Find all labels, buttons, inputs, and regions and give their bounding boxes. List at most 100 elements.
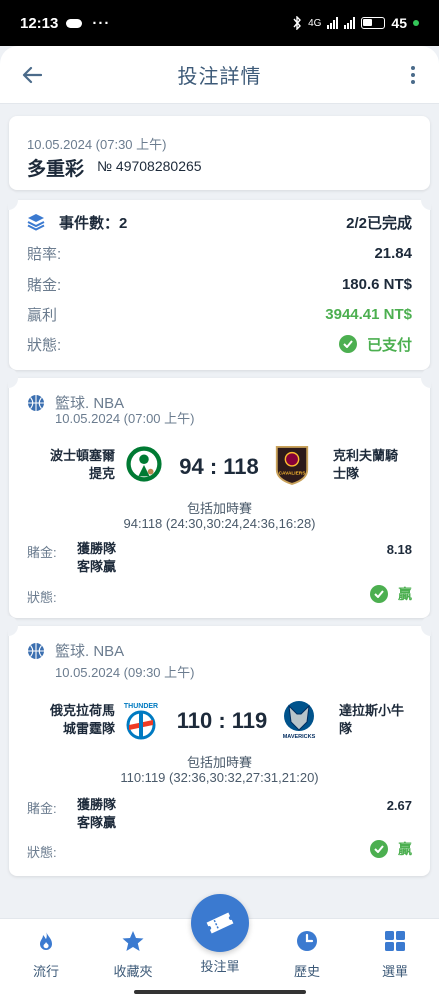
bet-label: 賭金:	[27, 801, 57, 816]
away-team-line1: 達拉斯小牛	[339, 703, 405, 718]
mavericks-logo-text: MAVERICKS	[283, 734, 316, 740]
winnings-label: 贏利	[27, 306, 58, 324]
mavericks-logo-icon: MAVERICKS	[283, 701, 316, 740]
signal-icon-2	[344, 17, 356, 29]
match-score: 94 : 118	[179, 454, 259, 479]
winnings-value: 3944.41 NT$	[325, 305, 412, 323]
overtime-note: 包括加時賽	[186, 755, 252, 770]
layers-icon	[27, 214, 45, 231]
home-team-line2: 城雷霆隊	[62, 721, 115, 736]
win-text: 贏	[398, 586, 412, 602]
nav-label-history: 歷史	[293, 964, 320, 979]
check-circle-icon	[338, 335, 357, 353]
notification-dots: ···	[92, 14, 111, 32]
away-team-line2: 隊	[339, 721, 353, 736]
nav-label-bet-slip[interactable]: 投注單	[180, 956, 260, 975]
status-row: 狀態: 已支付	[27, 332, 412, 356]
basketball-icon	[28, 642, 44, 659]
card-notch-right	[421, 616, 431, 636]
odds-value: 21.84	[374, 244, 412, 262]
nav-label-popular: 流行	[32, 964, 59, 979]
clock-icon	[297, 931, 317, 951]
away-team: 達拉斯小牛 隊	[339, 702, 427, 738]
events-row: 事件數：2 2/2已完成	[27, 210, 412, 234]
bet-date: 10.05.2024 (07:30 上午)	[27, 137, 167, 152]
check-circle-icon	[370, 840, 388, 858]
star-icon	[122, 931, 144, 951]
away-team-line2: 士隊	[333, 466, 360, 481]
status-value: 已支付	[338, 334, 412, 355]
page-title: 投注詳情	[177, 66, 262, 88]
signal-icon	[327, 17, 339, 29]
cloud-icon	[66, 18, 83, 28]
status-label: 狀態:	[27, 336, 62, 354]
back-arrow-icon	[22, 66, 42, 84]
thunder-logo-icon: THUNDER	[124, 703, 158, 740]
match-status-label: 狀態:	[27, 845, 57, 860]
away-team: 克利夫蘭騎 士隊	[333, 447, 421, 483]
status-icons: 4G 45	[292, 15, 419, 31]
bet-outcome: 客隊贏	[77, 815, 117, 830]
stake-label: 賭金:	[27, 276, 62, 294]
home-indicator[interactable]	[134, 990, 306, 994]
period-scores: 94:118 (24:30,30:24,24:36,16:28)	[123, 516, 316, 531]
more-menu-button[interactable]	[405, 60, 421, 90]
bet-selection: 獲勝隊 客隊贏	[77, 796, 116, 832]
ticket-number: № 49708280265	[97, 158, 202, 174]
bluetooth-icon	[293, 16, 302, 30]
bet-summary-card: 10.05.2024 (07:30 上午) 多重彩 № 49708280265	[9, 116, 430, 190]
league-row: 籃球. NBA	[27, 640, 124, 661]
match-date: 10.05.2024 (07:00 上午)	[55, 411, 195, 426]
bet-outcome: 客隊贏	[77, 559, 117, 574]
cavaliers-logo-text: CAVALIERS	[279, 470, 306, 476]
match-score: 110 : 119	[176, 708, 268, 733]
bet-slip-button[interactable]	[191, 894, 249, 952]
app-header: 投注詳情	[0, 46, 439, 104]
bet-type: 多重彩	[27, 159, 85, 180]
battery-percent: 45	[391, 15, 407, 31]
match-date: 10.05.2024 (09:30 上午)	[55, 665, 195, 680]
odds-label: 賠率:	[27, 245, 62, 263]
home-team-line2: 提克	[88, 466, 115, 481]
nav-item-menu[interactable]: 選單	[355, 929, 435, 980]
bet-market: 獲勝隊	[77, 797, 117, 812]
match-card: 籃球. NBA 10.05.2024 (09:30 上午) 俄克拉荷馬 城雷霆隊…	[8, 616, 431, 876]
card-notch-left	[8, 190, 18, 210]
network-type: 4G	[308, 17, 322, 29]
events-value: 2/2已完成	[346, 214, 412, 232]
back-button[interactable]	[18, 61, 46, 89]
paid-text: 已支付	[366, 336, 412, 354]
status-bar: 12:13 ··· 4G 45	[0, 0, 439, 46]
bet-label: 賭金:	[27, 545, 57, 560]
celtics-logo-icon	[125, 445, 163, 483]
nav-item-history[interactable]: 歷史	[267, 929, 347, 980]
match-status-value: 贏	[370, 584, 412, 604]
home-team-line1: 波士頓塞爾	[49, 448, 115, 463]
check-circle-icon	[370, 585, 388, 603]
stake-value: 180.6 NT$	[341, 275, 412, 293]
events-label: 事件數：2	[59, 214, 128, 232]
bet-details-card: 事件數：2 2/2已完成 賠率: 21.84 賭金: 180.6 NT$ 贏利 …	[8, 190, 431, 370]
match-status-value: 贏	[370, 839, 412, 859]
nav-item-popular[interactable]: 流行	[6, 929, 86, 980]
cavaliers-logo-icon: CAVALIERS	[275, 445, 309, 485]
battery-icon	[361, 17, 386, 29]
stake-row: 賭金: 180.6 NT$	[27, 272, 412, 296]
selection-odds: 8.18	[386, 542, 412, 557]
selection-odds: 2.67	[386, 798, 412, 813]
match-card: 籃球. NBA 10.05.2024 (07:00 上午) 波士頓塞爾 提克 9…	[8, 368, 431, 618]
fire-icon	[40, 931, 52, 950]
thunder-logo-text: THUNDER	[124, 703, 158, 710]
odds-row: 賠率: 21.84	[27, 241, 412, 265]
winnings-row: 贏利 3944.41 NT$	[27, 302, 412, 326]
card-notch-right	[421, 368, 431, 388]
card-notch-left	[8, 616, 18, 636]
card-notch-left	[8, 368, 18, 388]
league-name: 籃球. NBA	[55, 643, 125, 660]
grid-icon	[385, 931, 405, 951]
bet-selection: 獲勝隊 客隊贏	[77, 540, 116, 576]
nav-label-menu: 選單	[381, 964, 408, 979]
match-status-label: 狀態:	[27, 590, 57, 605]
nav-item-favorites[interactable]: 收藏夾	[93, 929, 173, 980]
home-team-line1: 俄克拉荷馬	[49, 703, 115, 718]
